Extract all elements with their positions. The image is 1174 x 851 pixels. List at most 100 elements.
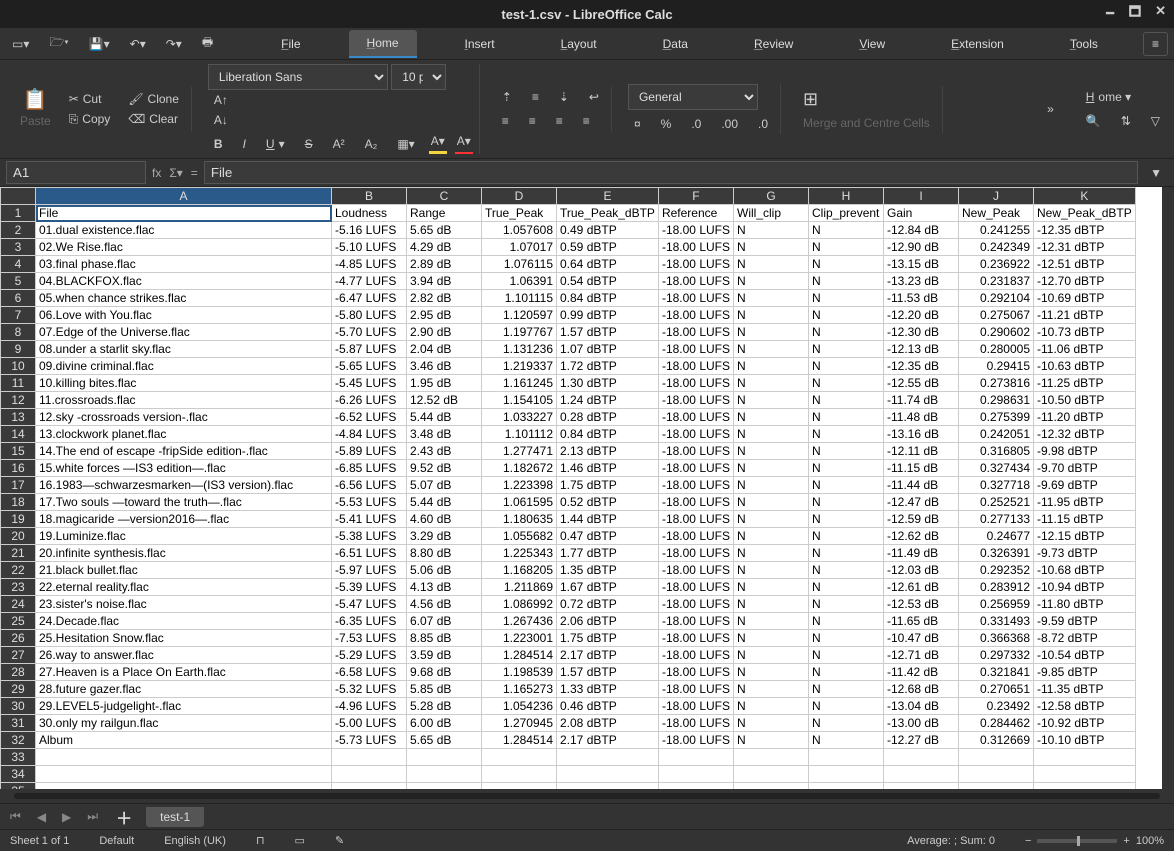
cell[interactable]: 28.future gazer.flac <box>36 681 332 698</box>
cell[interactable]: 1.30 dBTP <box>557 375 659 392</box>
cell[interactable]: N <box>734 443 809 460</box>
cell[interactable]: -18.00 LUFS <box>658 324 733 341</box>
cell[interactable]: N <box>809 392 884 409</box>
cell[interactable] <box>1034 783 1136 790</box>
cell[interactable]: 4.29 dB <box>407 239 482 256</box>
row-header[interactable]: 16 <box>1 460 36 477</box>
cell[interactable]: 0.231837 <box>959 273 1034 290</box>
cell[interactable]: -5.39 LUFS <box>332 579 407 596</box>
cell[interactable]: N <box>809 222 884 239</box>
cell[interactable]: 5.65 dB <box>407 732 482 749</box>
valign-mid-icon[interactable]: ≡ <box>526 87 545 107</box>
cell[interactable]: -5.10 LUFS <box>332 239 407 256</box>
merge-cells-button[interactable]: Merge and Centre Cells <box>797 113 936 133</box>
cell[interactable] <box>884 749 959 766</box>
cell[interactable]: -10.50 dBTP <box>1034 392 1136 409</box>
cell[interactable]: -18.00 LUFS <box>658 375 733 392</box>
cell[interactable]: 1.154105 <box>482 392 557 409</box>
font-name-select[interactable]: Liberation Sans <box>208 64 388 90</box>
cell[interactable]: N <box>809 528 884 545</box>
cell[interactable]: N <box>809 681 884 698</box>
cell[interactable]: 0.242051 <box>959 426 1034 443</box>
cell[interactable]: 0.256959 <box>959 596 1034 613</box>
cell[interactable]: 11.crossroads.flac <box>36 392 332 409</box>
row-header[interactable]: 32 <box>1 732 36 749</box>
cell[interactable]: -12.20 dB <box>884 307 959 324</box>
cell[interactable]: N <box>809 358 884 375</box>
cell[interactable]: N <box>809 613 884 630</box>
cell[interactable]: 12.sky -crossroads version-.flac <box>36 409 332 426</box>
cell[interactable]: -12.03 dB <box>884 562 959 579</box>
cell[interactable]: 1.67 dBTP <box>557 579 659 596</box>
cell[interactable] <box>658 783 733 790</box>
cell[interactable]: 1.211869 <box>482 579 557 596</box>
cell[interactable] <box>332 766 407 783</box>
row-header[interactable]: 13 <box>1 409 36 426</box>
cell[interactable]: 4.56 dB <box>407 596 482 613</box>
cell[interactable]: -6.35 LUFS <box>332 613 407 630</box>
cell[interactable]: 0.366368 <box>959 630 1034 647</box>
spreadsheet-grid[interactable]: ABCDEFGHIJK 1FileLoudnessRangeTrue_PeakT… <box>0 187 1136 789</box>
cell[interactable]: -11.15 dBTP <box>1034 511 1136 528</box>
cell[interactable]: -13.23 dB <box>884 273 959 290</box>
cell[interactable]: 0.297332 <box>959 647 1034 664</box>
cell[interactable]: 1.57 dBTP <box>557 664 659 681</box>
col-header[interactable]: C <box>407 188 482 205</box>
row-header[interactable]: 34 <box>1 766 36 783</box>
row-header[interactable]: 15 <box>1 443 36 460</box>
cell[interactable]: 0.284462 <box>959 715 1034 732</box>
subscript-icon[interactable]: A₂ <box>359 134 384 154</box>
cell[interactable]: -4.84 LUFS <box>332 426 407 443</box>
grow-font-icon[interactable]: A↑ <box>208 90 473 110</box>
cell[interactable]: N <box>809 477 884 494</box>
cell[interactable]: N <box>809 494 884 511</box>
sheet-tab[interactable]: test-1 <box>146 807 204 827</box>
cell[interactable]: N <box>734 528 809 545</box>
cell[interactable]: 0.24677 <box>959 528 1034 545</box>
cell[interactable]: 5.28 dB <box>407 698 482 715</box>
cell[interactable]: 0.84 dBTP <box>557 290 659 307</box>
cell[interactable]: N <box>809 511 884 528</box>
cell[interactable]: 0.292104 <box>959 290 1034 307</box>
cell[interactable]: -12.62 dB <box>884 528 959 545</box>
cell[interactable]: 0.270651 <box>959 681 1034 698</box>
align-left-icon[interactable]: ≡ <box>496 111 515 131</box>
cell[interactable]: N <box>809 290 884 307</box>
cell[interactable]: 8.80 dB <box>407 545 482 562</box>
cell[interactable]: 1.35 dBTP <box>557 562 659 579</box>
cell[interactable]: 1.054236 <box>482 698 557 715</box>
menu-file[interactable]: File <box>263 31 318 57</box>
cell[interactable]: -18.00 LUFS <box>658 460 733 477</box>
row-header[interactable]: 11 <box>1 375 36 392</box>
cell[interactable]: 2.08 dBTP <box>557 715 659 732</box>
cell[interactable]: -10.10 dBTP <box>1034 732 1136 749</box>
cell[interactable]: -12.11 dB <box>884 443 959 460</box>
cell[interactable]: -18.00 LUFS <box>658 307 733 324</box>
minimize-icon[interactable]: 🗕 <box>1106 3 1115 25</box>
cell[interactable]: 1.219337 <box>482 358 557 375</box>
cell[interactable]: 0.277133 <box>959 511 1034 528</box>
cell[interactable]: -10.68 dBTP <box>1034 562 1136 579</box>
cell[interactable]: 0.47 dBTP <box>557 528 659 545</box>
cell[interactable] <box>482 749 557 766</box>
cell[interactable] <box>36 749 332 766</box>
cell[interactable]: 1.223398 <box>482 477 557 494</box>
cell[interactable]: -18.00 LUFS <box>658 647 733 664</box>
cell[interactable] <box>332 783 407 790</box>
cell[interactable]: -18.00 LUFS <box>658 290 733 307</box>
bold-button[interactable]: B <box>208 134 229 154</box>
cell[interactable]: -11.49 dB <box>884 545 959 562</box>
cell[interactable]: -12.55 dB <box>884 375 959 392</box>
cell[interactable]: 1.33 dBTP <box>557 681 659 698</box>
cell[interactable]: N <box>734 630 809 647</box>
row-header[interactable]: 5 <box>1 273 36 290</box>
cell[interactable]: 16.1983—schwarzesmarken—(IS3 version).fl… <box>36 477 332 494</box>
maximize-icon[interactable]: 🗖 <box>1129 3 1141 25</box>
cell[interactable]: -5.70 LUFS <box>332 324 407 341</box>
paste-button[interactable]: Paste <box>14 111 57 131</box>
row-header[interactable]: 25 <box>1 613 36 630</box>
cell[interactable]: N <box>809 273 884 290</box>
cell[interactable]: N <box>734 341 809 358</box>
cell[interactable]: -5.16 LUFS <box>332 222 407 239</box>
cell[interactable]: 1.72 dBTP <box>557 358 659 375</box>
